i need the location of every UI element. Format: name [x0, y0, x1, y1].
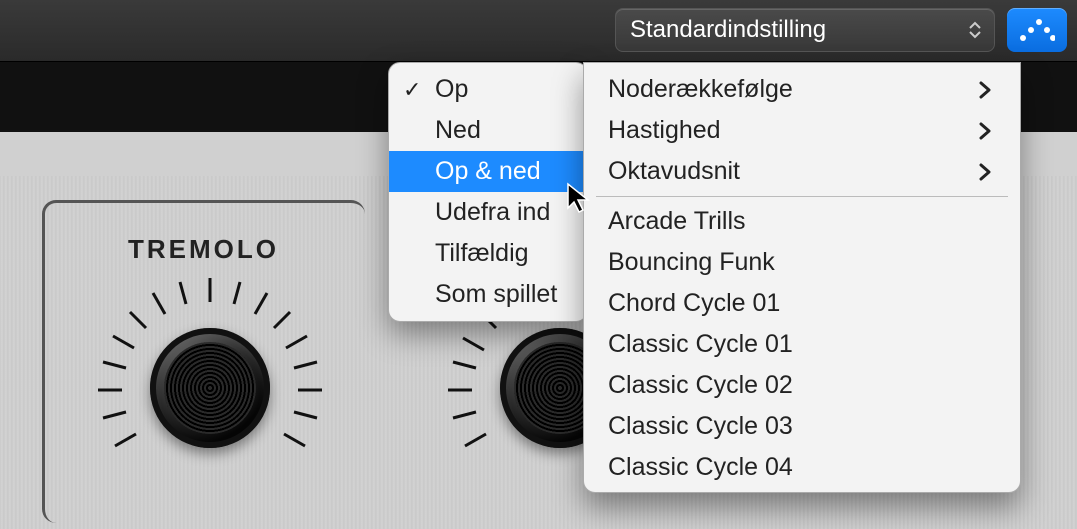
submenu-item-label: Ned: [435, 116, 481, 145]
submenu-item-label: Op: [435, 75, 468, 104]
submenu-item-1[interactable]: Ned: [389, 110, 587, 151]
chevron-right-icon: [978, 79, 992, 101]
menu-item-label: Classic Cycle 04: [608, 453, 793, 482]
submenu-item-4[interactable]: Tilfældig: [389, 233, 587, 274]
menu-separator: [596, 196, 1008, 197]
checkmark-icon: ✓: [403, 77, 421, 103]
mouse-cursor-icon: [566, 182, 594, 216]
preset-dropdown-label: Standardindstilling: [630, 16, 826, 44]
note-order-submenu: ✓ Op Ned Op & ned Udefra ind Tilfældig Som spi…: [388, 62, 588, 322]
preset-dropdown[interactable]: Standardindstilling: [615, 8, 995, 52]
tremolo-section-label: TREMOLO: [128, 234, 279, 265]
chevron-right-icon: [978, 120, 992, 142]
arpeggiator-menu: Noderækkefølge Hastighed Oktavudsnit Arcade…: [583, 62, 1021, 493]
submenu-item-label: Tilfældig: [435, 239, 529, 268]
menu-item-label: Noderækkefølge: [608, 75, 793, 104]
menu-item-label: Classic Cycle 02: [608, 371, 793, 400]
submenu-item-2[interactable]: Op & ned: [389, 151, 587, 192]
menu-preset-item-3[interactable]: Classic Cycle 01: [584, 324, 1020, 365]
submenu-item-0[interactable]: ✓ Op: [389, 69, 587, 110]
arpeggiator-button[interactable]: [1007, 8, 1067, 52]
arpeggiator-icon: [1019, 18, 1055, 42]
menu-preset-item-4[interactable]: Classic Cycle 02: [584, 365, 1020, 406]
submenu-item-label: Som spillet: [435, 280, 557, 309]
menu-preset-item-0[interactable]: Arcade Trills: [584, 201, 1020, 242]
submenu-item-label: Udefra ind: [435, 198, 550, 227]
chevron-right-icon: [978, 161, 992, 183]
tremolo-knob[interactable]: [90, 268, 330, 508]
submenu-item-3[interactable]: Udefra ind: [389, 192, 587, 233]
submenu-item-5[interactable]: Som spillet: [389, 274, 587, 315]
submenu-item-label: Op & ned: [435, 157, 541, 186]
menu-item-label: Classic Cycle 01: [608, 330, 793, 359]
menu-submenu-item-1[interactable]: Hastighed: [584, 110, 1020, 151]
menu-submenu-item-2[interactable]: Oktavudsnit: [584, 151, 1020, 192]
menu-preset-item-5[interactable]: Classic Cycle 03: [584, 406, 1020, 447]
menu-preset-item-6[interactable]: Classic Cycle 04: [584, 447, 1020, 488]
toolbar: Standardindstilling: [0, 0, 1077, 62]
menu-item-label: Bouncing Funk: [608, 248, 775, 277]
menu-item-label: Hastighed: [608, 116, 721, 145]
menu-submenu-item-0[interactable]: Noderækkefølge: [584, 69, 1020, 110]
menu-item-label: Classic Cycle 03: [608, 412, 793, 441]
menu-item-label: Chord Cycle 01: [608, 289, 780, 318]
dropdown-arrows-icon: [968, 21, 982, 39]
menu-preset-item-1[interactable]: Bouncing Funk: [584, 242, 1020, 283]
menu-item-label: Arcade Trills: [608, 207, 746, 236]
menu-item-label: Oktavudsnit: [608, 157, 740, 186]
menu-preset-item-2[interactable]: Chord Cycle 01: [584, 283, 1020, 324]
